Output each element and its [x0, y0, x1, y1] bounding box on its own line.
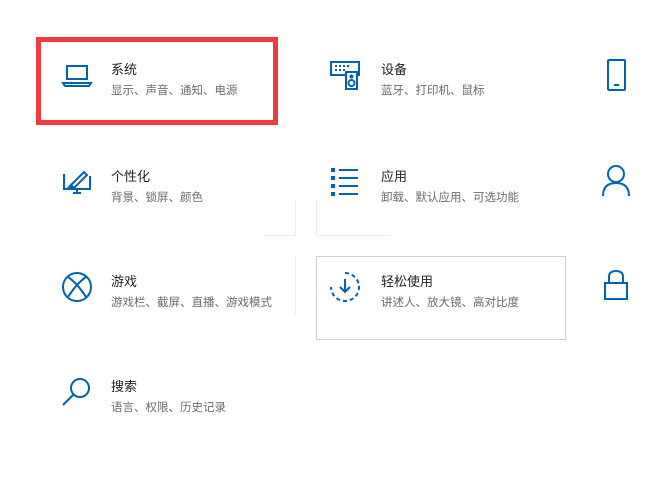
- search-icon: [60, 375, 94, 409]
- tile-system[interactable]: 系统 显示、声音、通知、电源: [55, 58, 275, 108]
- tile-title: 设备: [381, 63, 408, 78]
- tile-title: 个性化: [111, 170, 151, 185]
- separator: [295, 200, 296, 236]
- tile-apps[interactable]: 应用 卸载、默认应用、可选功能: [328, 165, 568, 215]
- phone-icon[interactable]: [601, 58, 631, 92]
- paint-monitor-icon: [60, 165, 94, 199]
- tile-title: 系统: [111, 63, 138, 78]
- tile-title: 轻松使用: [381, 275, 434, 290]
- xbox-icon: [60, 270, 94, 304]
- tile-title: 游戏: [111, 275, 138, 290]
- tile-title: 搜索: [111, 380, 138, 395]
- person-icon[interactable]: [601, 163, 631, 197]
- app-list-icon: [328, 165, 362, 199]
- separator: [316, 235, 391, 236]
- tile-title: 应用: [381, 170, 408, 185]
- separator: [295, 256, 296, 316]
- separator: [264, 235, 295, 236]
- tile-devices[interactable]: 设备 蓝牙、打印机、鼠标: [328, 58, 568, 108]
- tile-personalization[interactable]: 个性化 背景、锁屏、颜色: [55, 165, 275, 215]
- tile-subtitle: 背景、锁屏、颜色: [111, 190, 203, 204]
- ease-of-access-icon: [328, 270, 362, 304]
- separator: [316, 200, 317, 236]
- tile-gaming[interactable]: 游戏 游戏栏、截屏、直播、游戏模式: [55, 270, 285, 320]
- laptop-icon: [60, 58, 94, 92]
- lock-icon[interactable]: [601, 268, 631, 302]
- tile-subtitle: 讲述人、放大镜、高对比度: [381, 295, 519, 309]
- tile-ease-of-access[interactable]: 轻松使用 讲述人、放大镜、高对比度: [328, 270, 563, 320]
- tile-subtitle: 游戏栏、截屏、直播、游戏模式: [111, 295, 272, 309]
- keyboard-speaker-icon: [328, 58, 362, 92]
- tile-subtitle: 显示、声音、通知、电源: [111, 83, 238, 97]
- tile-subtitle: 蓝牙、打印机、鼠标: [381, 83, 485, 97]
- tile-subtitle: 语言、权限、历史记录: [111, 400, 226, 414]
- tile-subtitle: 卸载、默认应用、可选功能: [381, 190, 519, 204]
- tile-search[interactable]: 搜索 语言、权限、历史记录: [55, 375, 275, 425]
